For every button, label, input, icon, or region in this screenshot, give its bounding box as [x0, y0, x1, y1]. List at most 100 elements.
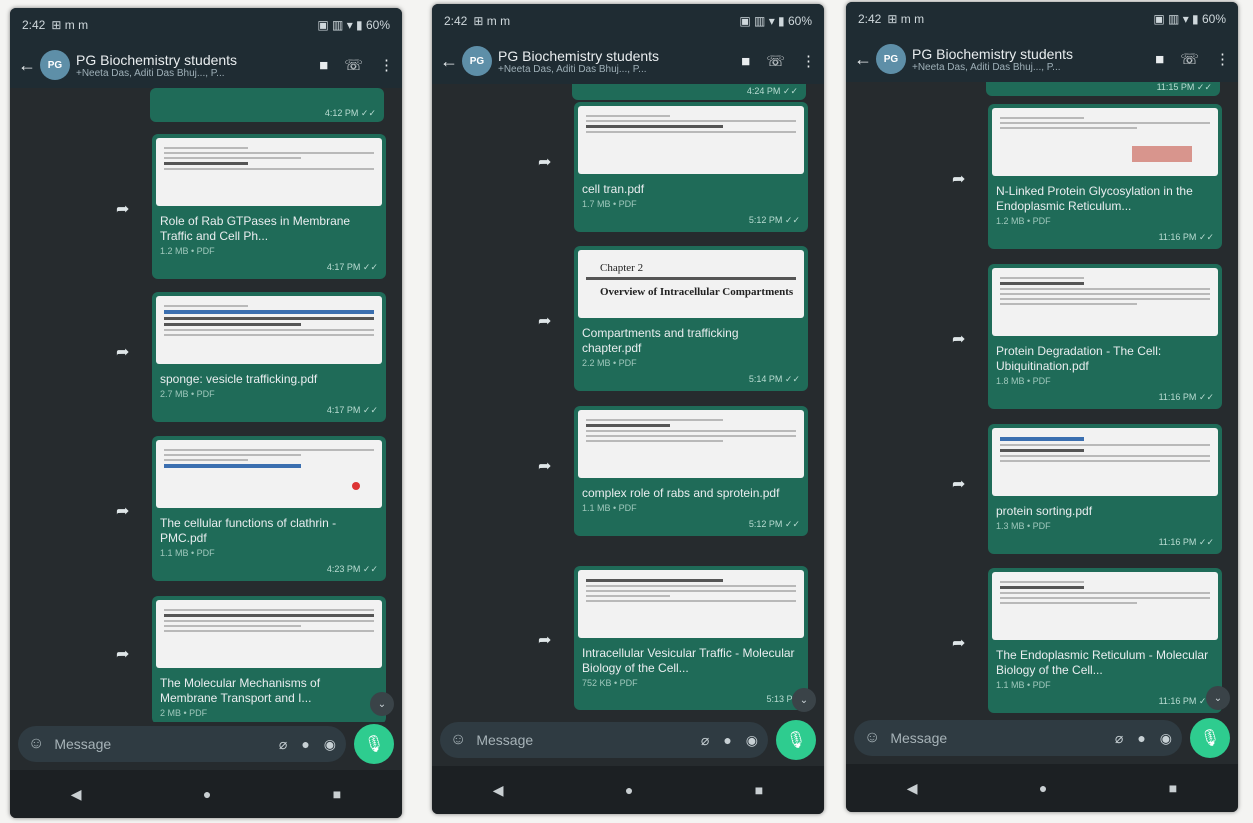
group-info[interactable]: PG Biochemistry students +Neeta Das, Adi…: [912, 46, 1149, 73]
message-list[interactable]: 4:24 PM ✓✓ ➦ cell tran.pdf 1.7 MB • PDF 5:…: [432, 84, 824, 718]
document-message[interactable]: ➦ sponge: vesicle trafficking.pdf 2.7 MB …: [116, 292, 386, 422]
document-message[interactable]: ➦ cell tran.pdf 1.7 MB • PDF 5:12 PM ✓✓: [538, 102, 808, 232]
forward-icon[interactable]: ➦: [116, 199, 129, 219]
previous-message-bubble[interactable]: 4:24 PM ✓✓: [572, 84, 806, 100]
nav-recent-icon[interactable]: ■: [1169, 780, 1177, 796]
document-preview[interactable]: [578, 570, 804, 638]
document-message[interactable]: ➦ Chapter 2 Overview of Intracellular Co…: [538, 246, 808, 391]
voice-call-icon[interactable]: ☏: [766, 52, 785, 70]
nav-home-icon[interactable]: ●: [1039, 780, 1047, 796]
scroll-down-button[interactable]: ⌄: [1206, 686, 1230, 710]
forward-icon[interactable]: ➦: [952, 474, 965, 494]
back-arrow-icon[interactable]: ←: [440, 51, 458, 72]
document-preview[interactable]: [156, 600, 382, 668]
message-input[interactable]: ☺ Message ⌀ ● ◉: [18, 726, 346, 762]
more-options-icon[interactable]: ⋮: [1215, 50, 1230, 68]
nav-recent-icon[interactable]: ■: [333, 786, 341, 802]
document-message[interactable]: ➦ The Molecular Mechanisms of Membrane T…: [116, 596, 386, 722]
nav-home-icon[interactable]: ●: [203, 786, 211, 802]
more-options-icon[interactable]: ⋮: [379, 56, 394, 74]
payment-icon[interactable]: ●: [723, 732, 731, 749]
document-preview[interactable]: [992, 108, 1218, 176]
document-message[interactable]: ➦ protein sorting.pdf 1.3 MB • PDF 11:16 P…: [952, 424, 1222, 554]
payment-icon[interactable]: ●: [301, 736, 309, 753]
document-message[interactable]: ➦ N-Linked Protein Glycosylation in the …: [952, 104, 1222, 249]
group-avatar[interactable]: PG: [462, 46, 492, 76]
document-message[interactable]: ➦ The cellular functions of clathrin - P…: [116, 436, 386, 581]
more-options-icon[interactable]: ⋮: [801, 52, 816, 70]
emoji-icon[interactable]: ☺: [450, 731, 466, 749]
group-info[interactable]: PG Biochemistry students +Neeta Das, Adi…: [498, 48, 735, 75]
forward-icon[interactable]: ➦: [538, 311, 551, 331]
document-preview[interactable]: [992, 428, 1218, 496]
scroll-down-button[interactable]: ⌄: [792, 688, 816, 712]
mic-button[interactable]: 🎙: [1190, 718, 1230, 758]
forward-icon[interactable]: ➦: [116, 342, 129, 362]
mic-button[interactable]: 🎙: [354, 724, 394, 764]
nav-back-icon[interactable]: ◀: [493, 782, 504, 799]
attach-icon[interactable]: ⌀: [701, 732, 709, 749]
document-preview[interactable]: [156, 296, 382, 364]
group-avatar[interactable]: PG: [40, 50, 70, 80]
file-meta: 1.3 MB • PDF: [996, 521, 1051, 531]
message-placeholder[interactable]: Message: [890, 730, 1105, 746]
document-preview[interactable]: [578, 410, 804, 478]
document-message[interactable]: ➦ Intracellular Vesicular Traffic - Mole…: [538, 566, 808, 710]
document-preview[interactable]: [156, 440, 382, 508]
emoji-icon[interactable]: ☺: [28, 735, 44, 753]
document-message[interactable]: ➦ The Endoplasmic Reticulum - Molecular …: [952, 568, 1222, 713]
document-message[interactable]: ➦ Role of Rab GTPases in Membrane Traffi…: [116, 134, 386, 279]
emoji-icon[interactable]: ☺: [864, 729, 880, 747]
message-time: 11:15 PM ✓✓: [1156, 82, 1212, 92]
forward-icon[interactable]: ➦: [538, 630, 551, 650]
camera-icon[interactable]: ◉: [1160, 730, 1172, 747]
group-info[interactable]: PG Biochemistry students +Neeta Das, Adi…: [76, 52, 313, 79]
video-call-icon[interactable]: ■: [741, 53, 750, 70]
voice-call-icon[interactable]: ☏: [1180, 50, 1199, 68]
nav-back-icon[interactable]: ◀: [71, 786, 82, 803]
document-preview[interactable]: [992, 268, 1218, 336]
voice-call-icon[interactable]: ☏: [344, 56, 363, 74]
nav-recent-icon[interactable]: ■: [755, 782, 763, 798]
forward-icon[interactable]: ➦: [116, 644, 129, 664]
attach-icon[interactable]: ⌀: [279, 736, 287, 753]
previous-message-bubble[interactable]: 11:15 PM ✓✓: [986, 82, 1220, 96]
attach-icon[interactable]: ⌀: [1115, 730, 1123, 747]
document-preview[interactable]: [992, 572, 1218, 640]
camera-icon[interactable]: ◉: [746, 732, 758, 749]
group-avatar[interactable]: PG: [876, 44, 906, 74]
document-preview[interactable]: Chapter 2 Overview of Intracellular Comp…: [578, 250, 804, 318]
message-input[interactable]: ☺ Message ⌀ ● ◉: [440, 722, 768, 758]
back-arrow-icon[interactable]: ←: [854, 49, 872, 70]
scroll-down-button[interactable]: ⌄: [370, 692, 394, 716]
message-time: 11:16 PM ✓✓: [1158, 392, 1214, 402]
forward-icon[interactable]: ➦: [952, 329, 965, 349]
back-arrow-icon[interactable]: ←: [18, 55, 36, 76]
nav-home-icon[interactable]: ●: [625, 782, 633, 798]
forward-icon[interactable]: ➦: [116, 501, 129, 521]
video-call-icon[interactable]: ■: [319, 57, 328, 74]
message-list[interactable]: 11:15 PM ✓✓ ➦ N-Linked Protein Glycosyla…: [846, 82, 1238, 716]
previous-message-bubble[interactable]: 4:12 PM ✓✓: [150, 88, 384, 122]
video-call-icon[interactable]: ■: [1155, 51, 1164, 68]
preview-chapter-title: Overview of Intracellular Compartments: [600, 286, 794, 298]
forward-icon[interactable]: ➦: [952, 169, 965, 189]
message-placeholder[interactable]: Message: [476, 732, 691, 748]
payment-icon[interactable]: ●: [1137, 730, 1145, 747]
forward-icon[interactable]: ➦: [538, 152, 551, 172]
camera-icon[interactable]: ◉: [324, 736, 336, 753]
message-list[interactable]: 4:12 PM ✓✓ ➦ Role of Rab GTPases in Memb…: [10, 88, 402, 722]
document-preview[interactable]: [156, 138, 382, 206]
document-preview[interactable]: [578, 106, 804, 174]
forward-icon[interactable]: ➦: [538, 456, 551, 476]
input-bar: ☺ Message ⌀ ● ◉ 🎙: [10, 722, 402, 766]
mic-button[interactable]: 🎙: [776, 720, 816, 760]
document-message[interactable]: ➦ Protein Degradation - The Cell: Ubiqui…: [952, 264, 1222, 409]
nav-back-icon[interactable]: ◀: [907, 780, 918, 797]
android-nav-bar: ◀ ● ■: [10, 770, 402, 818]
forward-icon[interactable]: ➦: [952, 633, 965, 653]
file-meta: 1.2 MB • PDF: [996, 216, 1051, 226]
message-placeholder[interactable]: Message: [54, 736, 269, 752]
message-input[interactable]: ☺ Message ⌀ ● ◉: [854, 720, 1182, 756]
document-message[interactable]: ➦ complex role of rabs and sprotein.pdf 1…: [538, 406, 808, 536]
